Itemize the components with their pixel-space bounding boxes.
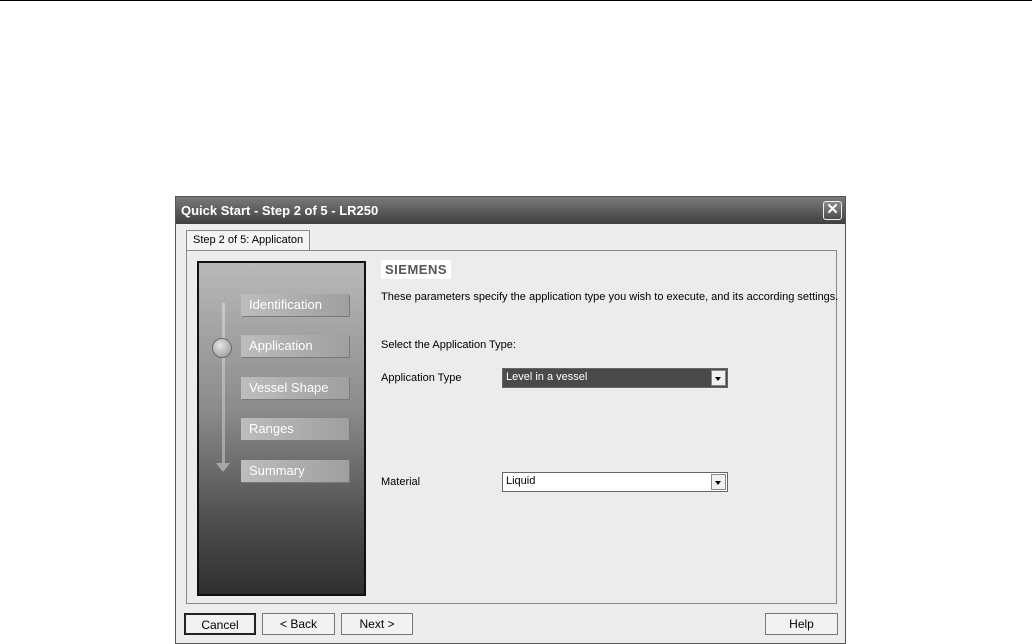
help-button[interactable]: Help: [765, 613, 838, 635]
chevron-down-icon[interactable]: [711, 474, 726, 490]
step-item-summary: Summary: [241, 460, 349, 482]
application-type-prompt: Select the Application Type:: [381, 339, 516, 351]
material-value: Liquid: [506, 475, 536, 487]
application-type-value: Level in a vessel: [506, 371, 588, 383]
next-button[interactable]: Next >: [341, 613, 413, 635]
material-select[interactable]: Liquid: [502, 472, 728, 492]
application-type-select[interactable]: Level in a vessel: [502, 368, 728, 388]
material-label: Material: [381, 476, 421, 488]
arrow-down-icon: [216, 463, 230, 472]
quick-start-dialog: Quick Start - Step 2 of 5 - LR250 ✕ Step…: [175, 196, 846, 644]
siemens-logo: SIEMENS: [381, 260, 452, 279]
dialog-titlebar[interactable]: Quick Start - Step 2 of 5 - LR250 ✕: [176, 197, 845, 224]
wizard-panel: Identification Application Vessel Shape …: [186, 250, 838, 604]
chevron-down-icon[interactable]: [711, 370, 726, 386]
step-item-application: Application: [241, 335, 349, 357]
step-description: These parameters specify the application…: [381, 291, 839, 303]
application-type-label: Application Type: [381, 372, 462, 384]
close-icon[interactable]: ✕: [823, 201, 842, 220]
cancel-button[interactable]: Cancel: [184, 613, 256, 635]
wizard-steps-sidebar: Identification Application Vessel Shape …: [197, 261, 366, 596]
dialog-title: Quick Start - Step 2 of 5 - LR250: [181, 203, 379, 218]
back-button[interactable]: < Back: [262, 613, 335, 635]
step-item-ranges: Ranges: [241, 418, 349, 440]
steps-progress-line: [222, 303, 225, 469]
current-step-dot-icon: [212, 338, 232, 358]
step-item-vessel-shape: Vessel Shape: [241, 377, 349, 399]
page-top-rule: [0, 0, 1032, 1]
step-item-identification: Identification: [241, 294, 349, 316]
tab-step-2-application[interactable]: Step 2 of 5: Applicaton: [186, 230, 311, 251]
